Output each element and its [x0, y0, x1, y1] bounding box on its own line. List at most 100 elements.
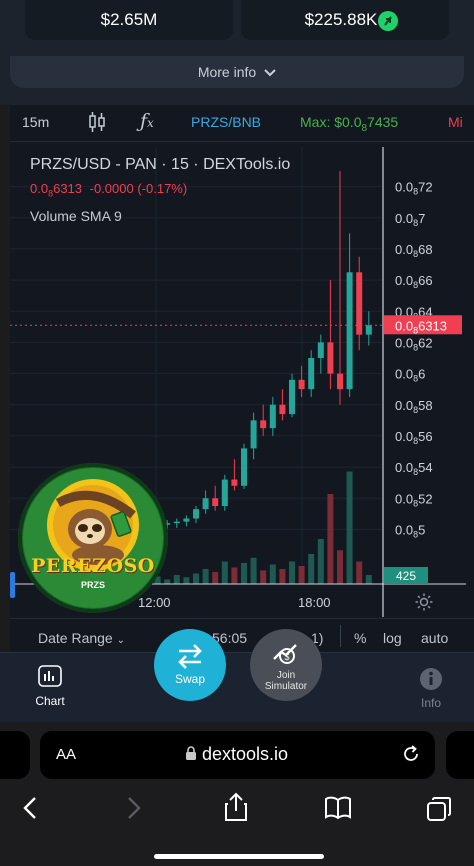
nav-info-label: Info [420, 696, 441, 710]
divider [340, 625, 341, 647]
share-icon[interactable] [224, 792, 248, 827]
volume-bar [260, 570, 267, 584]
date-range-button[interactable]: Date Range ⌄ [38, 630, 125, 646]
lock-icon [185, 746, 197, 766]
simulator-label: Simulator [264, 681, 308, 692]
max-price: Max: $0.087435 [300, 114, 398, 134]
volume-bar [241, 563, 247, 584]
volume-bar [173, 575, 180, 584]
price-tick-label: 0.0854 [395, 460, 433, 477]
volume-bar [183, 577, 190, 584]
candles [145, 171, 372, 536]
current-price-label: 0.086313 [395, 318, 447, 335]
join-simulator-button[interactable]: $ Join Simulator [250, 629, 322, 701]
volume-bar [327, 494, 334, 584]
candle-body [193, 509, 199, 519]
price-tick-label: 0.087 [395, 211, 425, 228]
legend-price-tail: 6313 [53, 181, 83, 196]
price-tick-label: 0.0872 [395, 180, 433, 197]
date-range-label: Date Range [38, 630, 113, 646]
address-bar[interactable]: AA dextools.io [40, 731, 435, 779]
volume-bar [193, 573, 199, 584]
max-price-tail: 7435 [367, 114, 399, 130]
chevron-down-icon: ⌄ [116, 635, 125, 646]
legend-change: -0.0000 (-0.17%) [89, 181, 188, 196]
candles-icon[interactable] [88, 111, 106, 136]
bottom-nav: Chart Swap $ Join Simulator Info [0, 629, 474, 723]
bookmarks-icon[interactable] [324, 796, 352, 825]
candle-body [250, 420, 257, 449]
chart-footer: Date Range ⌄ 56:05 1) % log auto [10, 618, 474, 653]
back-icon[interactable] [22, 796, 38, 825]
price-tick-label: 0.0852 [395, 491, 433, 508]
volume-bar [231, 567, 238, 584]
browser-nav-row [0, 790, 474, 830]
price-tick-label: 0.085 [395, 522, 425, 539]
simulator-icon: $ [273, 644, 297, 664]
swap-button[interactable]: Swap [154, 629, 226, 701]
candle-body [279, 404, 286, 415]
volume-bar [250, 557, 257, 584]
volume-bar [356, 561, 363, 584]
forward-icon[interactable] [126, 796, 142, 825]
price-tick-label: 0.0858 [395, 398, 433, 415]
volume-bar [212, 572, 219, 584]
interval-selector[interactable]: 15m [22, 114, 49, 130]
candle-body [231, 479, 238, 486]
more-info-button[interactable]: More info [10, 56, 464, 88]
volume-tag-label: 425 [396, 569, 416, 583]
candle-body [212, 498, 219, 507]
next-tab-peek[interactable] [446, 731, 474, 779]
time-axis: 12:00 18:00 [138, 595, 331, 610]
chevron-down-icon [264, 64, 276, 80]
stat-value-left: $2.65M [100, 10, 158, 29]
home-indicator [154, 854, 324, 859]
tabs-icon[interactable] [426, 796, 452, 827]
auto-toggle[interactable]: auto [421, 630, 448, 646]
volume-bar [308, 554, 315, 584]
volume-bar [317, 539, 324, 584]
verified-badge-icon [378, 11, 398, 31]
stat-card-left: $2.65M [25, 0, 233, 40]
candle-body [346, 272, 353, 390]
volume-bar [337, 550, 343, 584]
nav-info[interactable]: Info [413, 667, 449, 710]
gear-icon[interactable] [414, 592, 434, 617]
candle-body [327, 342, 334, 374]
candle-body [183, 518, 190, 522]
volume-indicator-label: Volume SMA 9 [30, 208, 122, 224]
price-tick-label: 0.0868 [395, 242, 433, 259]
price-tick-label: 0.0862 [395, 335, 433, 352]
volume-bar [221, 561, 228, 584]
candle-body [308, 358, 315, 390]
volume-bar [202, 569, 209, 584]
reload-icon[interactable] [401, 744, 421, 769]
nav-chart-label: Chart [35, 694, 65, 708]
info-icon [420, 668, 442, 690]
candle-body [298, 379, 305, 390]
more-info-label: More info [197, 64, 257, 80]
swap-label: Swap [174, 672, 206, 686]
logo-name: PEREZOSO [31, 555, 155, 577]
chart-ohlc: 0.086313 -0.0000 (-0.17%) [30, 181, 187, 199]
volume-bars [145, 471, 372, 584]
volume-bar [269, 564, 276, 584]
scroll-handle[interactable] [10, 572, 15, 598]
percent-toggle[interactable]: % [354, 630, 366, 646]
logo-ticker: PRZS [80, 580, 105, 590]
min-price: Mi [448, 114, 463, 130]
volume-bar [289, 561, 295, 584]
prev-tab-peek[interactable] [0, 731, 30, 779]
stat-card-right: $225.88K [241, 0, 449, 40]
log-toggle[interactable]: log [383, 630, 402, 646]
nav-chart[interactable]: Chart [28, 665, 72, 708]
text-size-button[interactable]: AA [56, 746, 76, 763]
pair-toggle[interactable]: PRZS/BNB [191, 114, 261, 130]
price-tick-label: 0.086 [395, 367, 425, 384]
perezoso-logo: PEREZOSO PRZS [18, 463, 168, 613]
candle-body [221, 479, 228, 507]
chart-toolbar: 15m ƒx PRZS/BNB Max: $0.087435 Mi [10, 105, 474, 142]
time-tick-label: 12:00 [138, 595, 171, 610]
volume-bar [346, 471, 353, 584]
indicators-icon[interactable]: ƒx [140, 110, 154, 132]
